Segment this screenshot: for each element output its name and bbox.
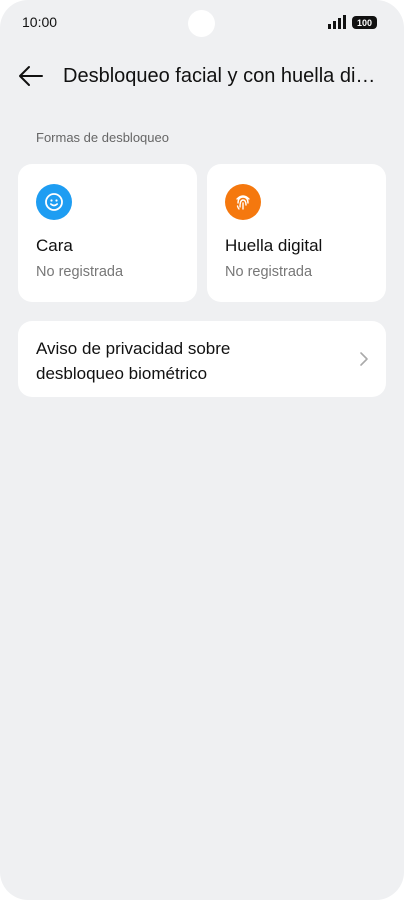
page-title: Desbloqueo facial y con huella digital	[63, 65, 385, 87]
fingerprint-card-title: Huella digital	[225, 236, 323, 255]
face-card-status: No registrada	[36, 264, 124, 280]
status-time: 10:00	[22, 14, 58, 30]
header: Desbloqueo facial y con huella digital	[0, 56, 404, 96]
section-label: Formas de desbloqueo	[36, 130, 169, 145]
privacy-notice-line1: Aviso de privacidad sobre	[36, 339, 231, 358]
fingerprint-icon	[225, 184, 261, 220]
battery-icon: 100	[352, 16, 377, 29]
back-arrow-icon	[19, 66, 43, 86]
face-icon	[36, 184, 72, 220]
phone-screen: 10:00 100 Desbloqueo facial y con huella…	[0, 0, 404, 900]
status-bar: 10:00 100	[0, 0, 404, 44]
camera-cutout	[188, 10, 215, 37]
face-unlock-card[interactable]: Cara No registrada	[18, 164, 197, 302]
signal-icon	[328, 15, 346, 29]
chevron-right-icon	[360, 352, 368, 366]
privacy-notice-label: Aviso de privacidad sobre desbloqueo bio…	[36, 336, 336, 386]
face-card-title: Cara	[36, 236, 73, 255]
privacy-notice-row[interactable]: Aviso de privacidad sobre desbloqueo bio…	[18, 321, 386, 397]
back-button[interactable]	[16, 62, 46, 90]
fingerprint-card-status: No registrada	[225, 264, 313, 280]
fingerprint-unlock-card[interactable]: Huella digital No registrada	[207, 164, 386, 302]
privacy-notice-line2: desbloqueo biométrico	[36, 364, 208, 383]
